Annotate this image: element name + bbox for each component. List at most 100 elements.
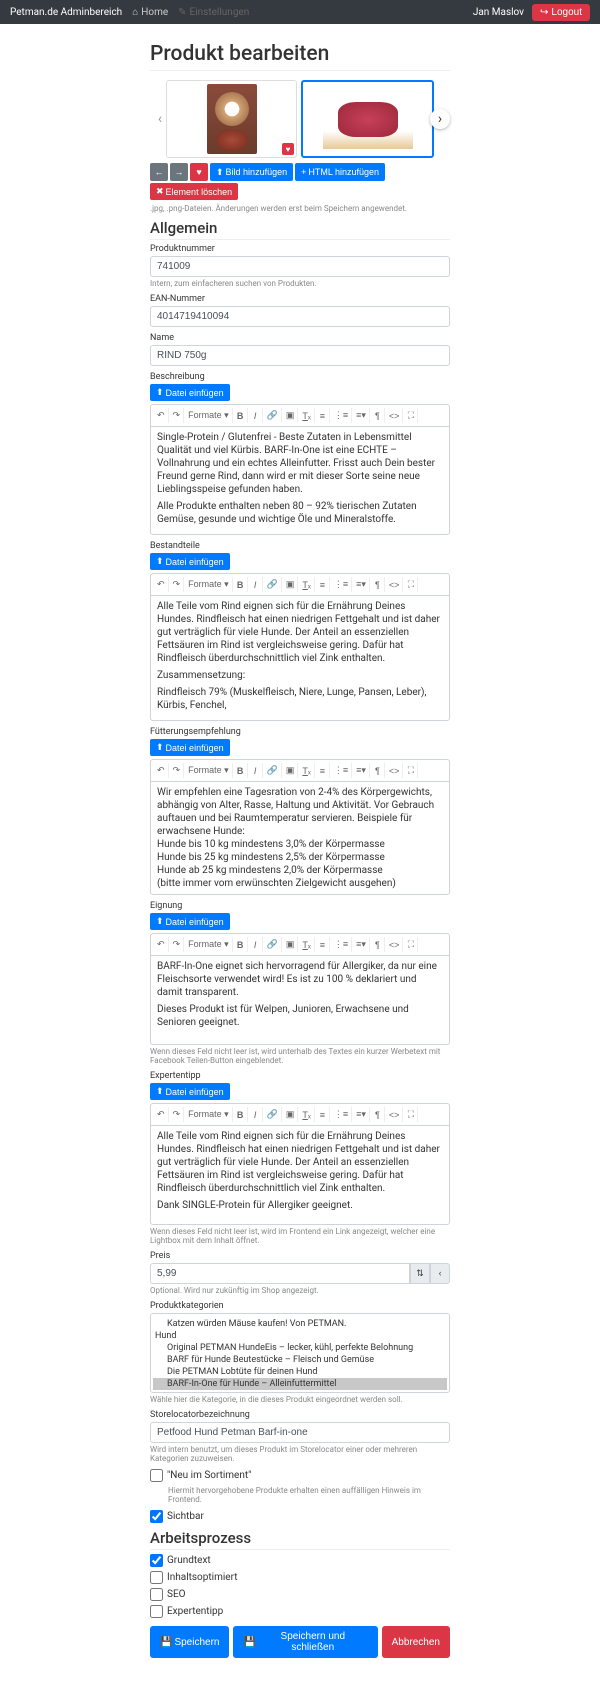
indent-icon[interactable]: ≡: [316, 1107, 330, 1122]
product-image-2[interactable]: [301, 80, 434, 158]
numlist-icon[interactable]: ≡▾: [353, 937, 370, 952]
delete-element-button[interactable]: ✖Element löschen: [150, 183, 238, 200]
undo-icon[interactable]: ↶: [154, 408, 169, 423]
bullet-icon[interactable]: ⋮≡: [331, 577, 352, 592]
visible-checkbox[interactable]: [150, 1510, 163, 1523]
fullscreen-icon[interactable]: ⛶: [404, 408, 418, 423]
storelocator-input[interactable]: [150, 1422, 450, 1443]
move-right-button[interactable]: →: [170, 163, 188, 181]
italic-icon[interactable]: I: [249, 408, 263, 423]
price-input[interactable]: [150, 1263, 410, 1284]
save-button[interactable]: 💾 Speichern: [150, 1626, 229, 1658]
italic-icon[interactable]: I: [249, 763, 263, 778]
bullet-icon[interactable]: ⋮≡: [331, 763, 352, 778]
suitability-upload-button[interactable]: ⬆Datei einfügen: [150, 913, 230, 930]
carousel-prev[interactable]: ‹: [150, 109, 170, 129]
redo-icon[interactable]: ↷: [170, 937, 185, 952]
code-icon[interactable]: <>: [386, 577, 404, 592]
bold-icon[interactable]: B: [234, 1107, 248, 1122]
para-icon[interactable]: ¶: [371, 763, 385, 778]
link-icon[interactable]: 🔗: [264, 937, 282, 952]
add-image-button[interactable]: ⬆Bild hinzufügen: [210, 163, 293, 181]
carousel-next[interactable]: ›: [430, 109, 450, 129]
category-option[interactable]: Original PETMAN HundeEis – lecker, kühl,…: [153, 1342, 447, 1354]
bold-icon[interactable]: B: [234, 577, 248, 592]
formats-dropdown[interactable]: Formate ▾: [185, 408, 233, 423]
fullscreen-icon[interactable]: ⛶: [404, 577, 418, 592]
price-collapse[interactable]: ‹: [430, 1263, 450, 1284]
indent-icon[interactable]: ≡: [316, 408, 330, 423]
italic-icon[interactable]: I: [249, 577, 263, 592]
indent-icon[interactable]: ≡: [316, 763, 330, 778]
bullet-icon[interactable]: ⋮≡: [331, 408, 352, 423]
bullet-icon[interactable]: ⋮≡: [331, 937, 352, 952]
ean-input[interactable]: [150, 306, 450, 327]
para-icon[interactable]: ¶: [371, 408, 385, 423]
workflow-expert-checkbox[interactable]: [150, 1605, 163, 1618]
redo-icon[interactable]: ↷: [170, 408, 185, 423]
code-icon[interactable]: <>: [386, 763, 404, 778]
nav-home[interactable]: ⌂Home: [132, 7, 168, 18]
favorite-button[interactable]: ♥: [190, 163, 208, 181]
category-option[interactable]: BARF für Hunde Beutestücke – Fleisch und…: [153, 1354, 447, 1366]
link-icon[interactable]: 🔗: [264, 577, 282, 592]
image-icon[interactable]: ▣: [283, 408, 299, 423]
numlist-icon[interactable]: ≡▾: [353, 1107, 370, 1122]
formats-dropdown[interactable]: Formate ▾: [185, 937, 233, 952]
redo-icon[interactable]: ↷: [170, 1107, 185, 1122]
feeding-editor[interactable]: Wir empfehlen eine Tagesration von 2-4% …: [150, 781, 450, 895]
link-icon[interactable]: 🔗: [264, 763, 282, 778]
clear-icon[interactable]: Tₓ: [299, 577, 314, 592]
italic-icon[interactable]: I: [249, 1107, 263, 1122]
link-icon[interactable]: 🔗: [264, 1107, 282, 1122]
ingredients-editor[interactable]: Alle Teile vom Rind eignen sich für die …: [150, 595, 450, 721]
indent-icon[interactable]: ≡: [316, 937, 330, 952]
category-option[interactable]: BARF-In-One für Hunde – Alleinfuttermitt…: [153, 1378, 447, 1390]
undo-icon[interactable]: ↶: [154, 763, 169, 778]
para-icon[interactable]: ¶: [371, 577, 385, 592]
undo-icon[interactable]: ↶: [154, 937, 169, 952]
formats-dropdown[interactable]: Formate ▾: [185, 763, 233, 778]
image-icon[interactable]: ▣: [283, 577, 299, 592]
save-close-button[interactable]: 💾 Speichern und schließen: [233, 1626, 377, 1658]
category-option[interactable]: Hund: [153, 1330, 447, 1342]
experttip-upload-button[interactable]: ⬆Datei einfügen: [150, 1083, 230, 1100]
image-icon[interactable]: ▣: [283, 763, 299, 778]
description-editor[interactable]: Single-Protein / Glutenfrei - Beste Zuta…: [150, 426, 450, 535]
feeding-upload-button[interactable]: ⬆Datei einfügen: [150, 739, 230, 756]
cancel-button[interactable]: Abbrechen: [382, 1626, 450, 1658]
link-icon[interactable]: 🔗: [264, 408, 282, 423]
fullscreen-icon[interactable]: ⛶: [404, 937, 418, 952]
italic-icon[interactable]: I: [249, 937, 263, 952]
clear-icon[interactable]: Tₓ: [299, 408, 314, 423]
logout-button[interactable]: ↪Logout: [532, 4, 590, 21]
ingredients-upload-button[interactable]: ⬆Datei einfügen: [150, 553, 230, 570]
formats-dropdown[interactable]: Formate ▾: [185, 577, 233, 592]
fullscreen-icon[interactable]: ⛶: [404, 1107, 418, 1122]
fullscreen-icon[interactable]: ⛶: [404, 763, 418, 778]
productnumber-input[interactable]: [150, 256, 450, 277]
price-stepper[interactable]: ⇅: [410, 1263, 430, 1284]
clear-icon[interactable]: Tₓ: [299, 763, 314, 778]
workflow-seo-checkbox[interactable]: [150, 1588, 163, 1601]
suitability-editor[interactable]: BARF-In-One eignet sich hervorragend für…: [150, 955, 450, 1045]
category-option[interactable]: Die PETMAN Lobtüte für deinen Hund: [153, 1366, 447, 1378]
categories-select[interactable]: BARF-In-One – Premium Vollnahrung für Ka…: [150, 1313, 450, 1393]
para-icon[interactable]: ¶: [371, 937, 385, 952]
undo-icon[interactable]: ↶: [154, 1107, 169, 1122]
formats-dropdown[interactable]: Formate ▾: [185, 1107, 233, 1122]
move-left-button[interactable]: ←: [150, 163, 168, 181]
add-html-button[interactable]: +HTML hinzufügen: [295, 163, 385, 181]
indent-icon[interactable]: ≡: [316, 577, 330, 592]
description-upload-button[interactable]: ⬆Datei einfügen: [150, 384, 230, 401]
new-in-stock-checkbox[interactable]: [150, 1469, 163, 1482]
undo-icon[interactable]: ↶: [154, 577, 169, 592]
numlist-icon[interactable]: ≡▾: [353, 408, 370, 423]
redo-icon[interactable]: ↷: [170, 577, 185, 592]
name-input[interactable]: [150, 345, 450, 366]
numlist-icon[interactable]: ≡▾: [353, 763, 370, 778]
clear-icon[interactable]: Tₓ: [299, 1107, 314, 1122]
bold-icon[interactable]: B: [234, 763, 248, 778]
image-icon[interactable]: ▣: [283, 937, 299, 952]
code-icon[interactable]: <>: [386, 1107, 404, 1122]
